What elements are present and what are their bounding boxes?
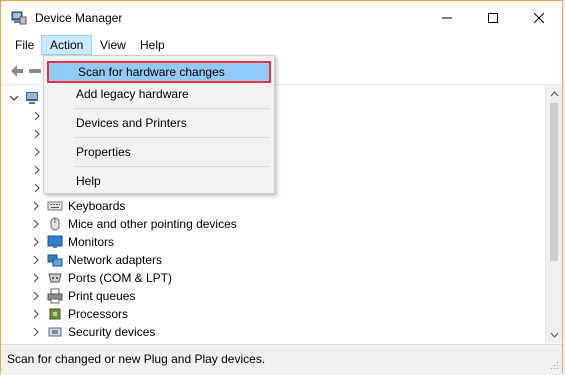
device-manager-icon: [11, 11, 27, 25]
tree-item-processors[interactable]: Processors: [31, 305, 128, 323]
processor-icon: [49, 308, 61, 320]
menu-file[interactable]: File: [8, 35, 41, 55]
monitor-icon: [47, 235, 63, 248]
action-menu-dropdown: Scan for hardware changes Add legacy har…: [43, 55, 275, 194]
maximize-icon: [488, 13, 498, 23]
chevron-right-icon[interactable]: [31, 291, 41, 301]
tree-item-label: Processors: [68, 307, 129, 321]
chevron-right-icon[interactable]: [32, 129, 42, 139]
menu-separator: [74, 166, 270, 167]
tree-item-label: Network adapters: [68, 253, 163, 267]
menu-help[interactable]: Help: [133, 35, 172, 55]
tree-item-label: Keyboards: [68, 199, 126, 213]
tree-item-network-adapters[interactable]: Network adapters: [31, 251, 162, 269]
tree-item-print-queues[interactable]: Print queues: [31, 287, 135, 305]
scroll-down-button[interactable]: [546, 326, 563, 343]
forward-arrow-icon[interactable]: [29, 64, 41, 78]
back-arrow-icon[interactable]: [9, 63, 25, 79]
tree-root-node[interactable]: [9, 90, 41, 106]
vertical-scrollbar[interactable]: [545, 85, 562, 343]
scroll-thumb[interactable]: [550, 103, 558, 261]
network-adapter-icon: [47, 254, 63, 267]
chevron-up-icon: [550, 90, 559, 96]
chevron-right-icon[interactable]: [31, 327, 41, 337]
tree-item-label: Monitors: [68, 235, 115, 249]
menu-item-scan-hardware[interactable]: Scan for hardware changes: [47, 61, 271, 83]
title-bar[interactable]: Device Manager: [1, 1, 562, 35]
chevron-right-icon[interactable]: [32, 147, 42, 157]
close-button[interactable]: [516, 1, 562, 35]
tree-item-keyboards[interactable]: Keyboards: [31, 197, 125, 215]
chevron-right-icon[interactable]: [31, 237, 41, 247]
menu-item-add-legacy-hardware[interactable]: Add legacy hardware: [47, 83, 271, 105]
chevron-right-icon[interactable]: [32, 183, 42, 193]
minimize-icon: [442, 17, 452, 19]
tree-item-label: Security devices: [68, 325, 156, 339]
menu-separator: [74, 137, 270, 138]
maximize-button[interactable]: [470, 1, 516, 35]
menu-item-properties[interactable]: Properties: [47, 141, 271, 163]
menu-item-devices-and-printers[interactable]: Devices and Printers: [47, 112, 271, 134]
device-manager-window: Device Manager File Action View Help Key…: [0, 0, 563, 373]
minimize-button[interactable]: [424, 1, 470, 35]
resize-grip-icon[interactable]: [549, 360, 559, 370]
tree-item-label: Ports (COM & LPT): [68, 271, 173, 285]
chevron-right-icon[interactable]: [31, 219, 41, 229]
menu-separator: [74, 108, 270, 109]
scroll-up-button[interactable]: [546, 85, 563, 102]
menu-action[interactable]: Action: [41, 35, 93, 55]
chevron-down-icon: [550, 332, 559, 338]
tree-item-mice[interactable]: Mice and other pointing devices: [31, 215, 237, 233]
chevron-down-icon[interactable]: [9, 93, 19, 103]
tree-item-label: Mice and other pointing devices: [68, 217, 237, 231]
chevron-right-icon[interactable]: [32, 111, 42, 121]
window-title: Device Manager: [35, 11, 123, 25]
tree-item-security-devices[interactable]: Security devices: [31, 323, 155, 341]
status-text: Scan for changed or new Plug and Play de…: [7, 352, 266, 366]
chevron-right-icon[interactable]: [31, 201, 41, 211]
chevron-right-icon[interactable]: [31, 255, 41, 265]
menu-view[interactable]: View: [93, 35, 133, 55]
close-icon: [534, 13, 544, 23]
menu-item-help[interactable]: Help: [47, 170, 271, 192]
keyboard-icon: [47, 201, 63, 211]
port-icon: [48, 273, 62, 283]
computer-icon: [26, 92, 38, 104]
menu-bar: File Action View Help: [1, 35, 562, 55]
chevron-right-icon[interactable]: [31, 309, 41, 319]
tree-item-ports[interactable]: Ports (COM & LPT): [31, 269, 172, 287]
chevron-right-icon[interactable]: [31, 273, 41, 283]
chevron-right-icon[interactable]: [32, 165, 42, 175]
security-device-icon: [48, 327, 62, 337]
mouse-icon: [50, 217, 60, 231]
printer-icon: [47, 288, 63, 304]
tree-item-label: Print queues: [68, 289, 136, 303]
tree-item-monitors[interactable]: Monitors: [31, 233, 114, 251]
status-bar: Scan for changed or new Plug and Play de…: [1, 344, 562, 373]
